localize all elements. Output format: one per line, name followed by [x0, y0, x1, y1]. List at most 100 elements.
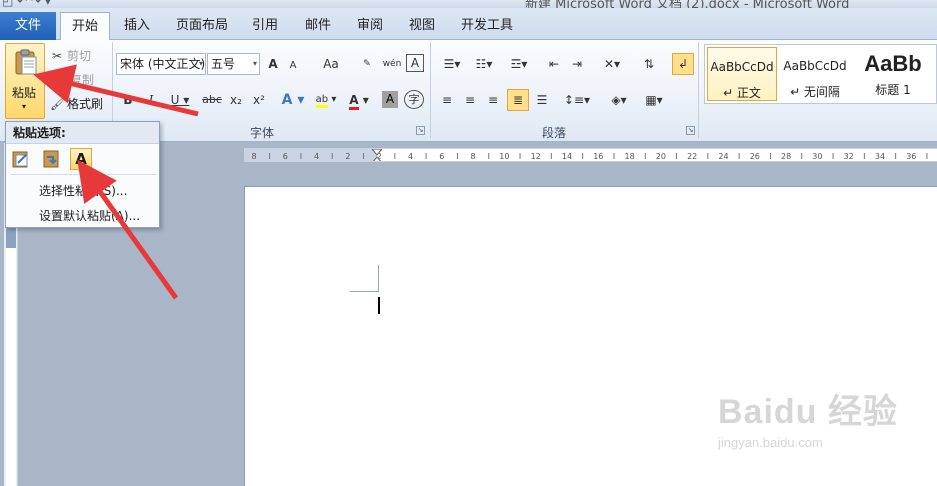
align-left-button[interactable]: ≡: [438, 90, 456, 110]
bold-button[interactable]: B: [120, 90, 136, 110]
ruler-tick-label: 14: [562, 152, 572, 161]
tab-developer[interactable]: 开发工具: [455, 12, 519, 40]
line-spacing-button[interactable]: ↕≡▾: [563, 90, 591, 110]
ruler-tick-label: 4: [408, 152, 413, 161]
title-bar: ◰ ↶ ↷ ▾ 新建 Microsoft Word 文档 (2).docx - …: [0, 0, 937, 8]
highlight-icon: ab: [315, 94, 329, 108]
styles-gallery: AaBbCcDd ↵ 正文 AaBbCcDd ↵ 无间隔 AaBb 标题 1: [704, 44, 937, 104]
bullets-button[interactable]: ☰▾: [438, 54, 466, 74]
quick-access-toolbar[interactable]: ◰ ↶ ↷ ▾: [2, 0, 51, 8]
phonetic-guide-button[interactable]: wén: [381, 54, 403, 74]
paragraph-dialog-launcher[interactable]: ↘: [686, 126, 695, 135]
multilevel-list-button[interactable]: ☲▾: [504, 54, 534, 74]
set-default-paste-menu-item[interactable]: 设置默认粘贴(A)...: [39, 207, 140, 224]
window-title: 新建 Microsoft Word 文档 (2).docx - Microsof…: [525, 0, 850, 8]
format-painter-button[interactable]: 🖌 格式刷: [50, 94, 103, 114]
align-left-icon: ≡: [441, 93, 453, 107]
chinese-layout-icon: ✕▾: [603, 57, 621, 71]
borders-button[interactable]: ▦▾: [640, 90, 668, 110]
increase-indent-button[interactable]: ⇥: [568, 54, 586, 74]
ruler-tick-label: 12: [531, 152, 541, 161]
shrink-font-icon: A: [289, 60, 297, 71]
cut-button[interactable]: ✂ 剪切: [50, 46, 91, 66]
ruler-tick-label: 28: [781, 152, 791, 161]
chevron-down-icon: ▾: [198, 59, 203, 68]
increase-indent-icon: ⇥: [571, 57, 583, 71]
watermark-brand: Baidu 经验: [718, 393, 898, 431]
subscript-button[interactable]: x₂: [227, 90, 245, 110]
underline-icon: U: [170, 93, 180, 107]
superscript-icon: x²: [253, 93, 265, 107]
multilevel-list-icon: ☲▾: [510, 57, 528, 71]
font-dialog-launcher[interactable]: ↘: [416, 126, 425, 135]
horizontal-ruler[interactable]: 8 6 4 2 2 4 6 8 10 12 14 16 18 20 22 24 26 28 30 32 34 36: [244, 148, 937, 162]
clipboard-icon: [15, 49, 37, 75]
paste-special-menu-item[interactable]: 选择性粘贴(S)...: [39, 182, 127, 199]
tab-view[interactable]: 视图: [403, 12, 441, 40]
strikethrough-button[interactable]: abc: [201, 90, 223, 110]
paragraph-group-label: 段落: [542, 126, 567, 140]
brush-icon: 🖌: [50, 97, 66, 111]
tab-file[interactable]: 文件: [0, 12, 56, 40]
chinese-layout-button[interactable]: ✕▾: [598, 54, 626, 74]
style-sample: AaBbCcDd: [783, 59, 847, 73]
justify-button[interactable]: ≣: [507, 89, 529, 111]
show-hide-marks-button[interactable]: ↲: [672, 53, 694, 75]
style-normal[interactable]: AaBbCcDd ↵ 正文: [707, 47, 777, 101]
paste-label: 粘贴: [12, 86, 37, 100]
tab-mailings[interactable]: 邮件: [299, 12, 337, 40]
numbering-button[interactable]: ☷▾: [470, 54, 498, 74]
ruler-tick-label: 10: [499, 152, 509, 161]
highlight-button[interactable]: ab ▾: [313, 90, 339, 110]
ruler-tick-label: 34: [875, 152, 885, 161]
text-effects-icon: A: [281, 92, 293, 108]
baidu-jingyan-watermark: Baidu 经验 jingyan.baidu.com: [718, 384, 898, 464]
change-case-button[interactable]: Aa: [318, 54, 344, 74]
font-color-icon: A: [349, 93, 359, 110]
decrease-indent-button[interactable]: ⇤: [545, 54, 563, 74]
keep-source-formatting-icon[interactable]: [10, 148, 32, 170]
tab-insert[interactable]: 插入: [118, 12, 156, 40]
tab-page-layout[interactable]: 页面布局: [170, 12, 234, 40]
italic-button[interactable]: I: [143, 90, 159, 110]
format-painter-label: 格式刷: [67, 97, 104, 111]
distributed-button[interactable]: ☰: [533, 90, 551, 110]
text-effects-button[interactable]: A ▾: [280, 90, 306, 110]
style-heading-1[interactable]: AaBb 标题 1: [853, 47, 933, 101]
clear-format-button[interactable]: ✎: [358, 54, 376, 74]
keep-source-formatting-glyph: [12, 151, 28, 168]
style-no-spacing[interactable]: AaBbCcDd ↵ 无间隔: [780, 47, 850, 101]
character-border-button[interactable]: A: [406, 54, 424, 72]
copy-label: 复制: [70, 73, 95, 87]
sort-button[interactable]: ⇅: [640, 54, 658, 74]
font-color-button[interactable]: A ▾: [346, 90, 372, 110]
ruler-tick-label: 22: [687, 152, 697, 161]
distributed-icon: ☰: [536, 93, 548, 107]
style-name: 标题 1: [875, 83, 911, 97]
font-size-combo[interactable]: 五号 ▾: [207, 53, 260, 75]
tab-review[interactable]: 审阅: [351, 12, 389, 40]
paste-button[interactable]: 粘贴 ▾: [5, 43, 45, 119]
tab-references[interactable]: 引用: [246, 12, 284, 40]
ruler-tick-label: 8: [251, 152, 256, 161]
copy-button[interactable]: 复制: [70, 70, 94, 90]
enclose-characters-button[interactable]: 字: [404, 90, 424, 109]
margin-corner-mark: [350, 291, 378, 292]
grow-font-button[interactable]: A: [265, 54, 281, 74]
merge-formatting-icon[interactable]: [40, 148, 62, 170]
shrink-font-button[interactable]: A: [286, 56, 300, 76]
tab-home[interactable]: 开始: [60, 12, 110, 41]
bullets-icon: ☰▾: [443, 57, 461, 71]
decrease-indent-icon: ⇤: [548, 57, 560, 71]
shading-button[interactable]: ◈▾: [605, 90, 633, 110]
grow-font-icon: A: [268, 57, 278, 71]
superscript-button[interactable]: x²: [250, 90, 268, 110]
keep-text-only-icon[interactable]: A: [70, 148, 92, 170]
font-name-combo[interactable]: 宋体 (中文正文) ▾: [116, 53, 206, 75]
character-shading-button[interactable]: A: [382, 91, 398, 108]
align-right-button[interactable]: ≡: [484, 90, 502, 110]
align-center-button[interactable]: ≡: [461, 90, 479, 110]
underline-button[interactable]: U ▾: [168, 90, 192, 110]
pilcrow-icon: ↲: [677, 57, 689, 71]
paste-options-menu: 粘贴选项: A 选择性粘贴(S)... 设置默认粘贴(A)...: [5, 121, 160, 228]
